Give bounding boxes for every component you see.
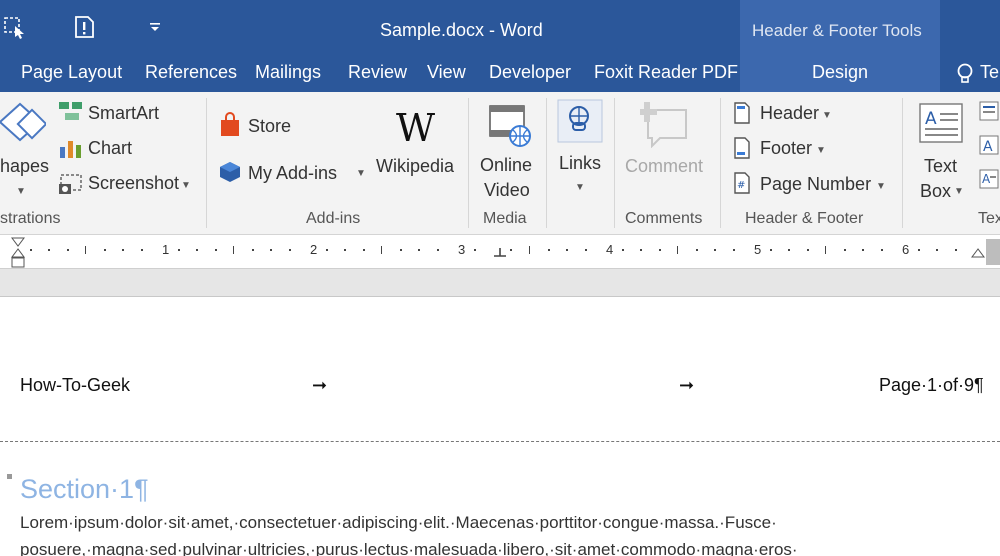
shapes-dropdown-caret[interactable]: ▼ [16, 186, 26, 197]
body-text-line[interactable]: Lorem·ipsum·dolor·sit·amet,·consectetuer… [20, 513, 777, 533]
store-icon[interactable] [218, 112, 242, 143]
online-video-label-1[interactable]: Online [480, 155, 532, 176]
new-comment-icon[interactable] [70, 12, 100, 42]
shapes-icon[interactable] [0, 100, 48, 155]
screenshot-icon[interactable] [58, 172, 84, 201]
header-left-text[interactable]: How-To-Geek [20, 375, 130, 396]
page-number-icon[interactable]: # [733, 172, 751, 199]
online-video-label-2[interactable]: Video [484, 180, 530, 201]
text-box-icon[interactable]: A [918, 102, 964, 151]
links-icon[interactable] [557, 99, 603, 148]
header-button[interactable]: Header [760, 103, 819, 124]
footer-button[interactable]: Footer [760, 138, 812, 159]
group-separator [206, 98, 207, 228]
shapes-label[interactable]: hapes [0, 156, 49, 177]
lightbulb-icon[interactable] [955, 62, 975, 86]
screenshot-button[interactable]: Screenshot [88, 173, 179, 194]
addins-group-label: Add-ins [306, 210, 361, 227]
tab-foxit-reader-pdf[interactable]: Foxit Reader PDF [594, 62, 738, 83]
ruler-number: 3 [458, 242, 466, 257]
svg-text:A: A [925, 109, 937, 129]
screenshot-dropdown-caret[interactable]: ▼ [181, 180, 191, 191]
svg-text:A: A [982, 172, 991, 186]
section-heading[interactable]: Section·1¶ [20, 474, 149, 505]
group-separator [546, 98, 547, 228]
ruler-number: 6 [902, 242, 910, 257]
chart-button[interactable]: Chart [88, 138, 132, 159]
tab-references[interactable]: References [145, 62, 237, 83]
links-button[interactable]: Links [559, 153, 601, 174]
media-group-label: Media [483, 210, 527, 227]
online-video-icon[interactable] [488, 102, 534, 155]
body-text-line[interactable]: posuere,·magna·sed·pulvinar·ultricies,·p… [20, 540, 798, 556]
comment-button[interactable]: Comment [625, 156, 703, 177]
group-separator [720, 98, 721, 228]
ruler-number: 5 [754, 242, 762, 257]
wikipedia-icon[interactable]: W [396, 106, 435, 150]
header-dropdown-caret[interactable]: ▼ [822, 110, 832, 121]
group-separator [614, 98, 615, 228]
group-separator [468, 98, 469, 228]
tab-developer[interactable]: Developer [489, 62, 571, 83]
quick-parts-icon[interactable] [978, 100, 1000, 127]
new-comment-button-icon[interactable] [637, 100, 690, 153]
tell-me-label[interactable]: Te [980, 62, 999, 83]
chart-icon[interactable] [58, 137, 84, 164]
text-box-label-2[interactable]: Box [920, 181, 951, 202]
header-boundary-line [0, 441, 1000, 442]
footer-icon[interactable] [733, 137, 751, 164]
page-gap [0, 269, 1000, 297]
page-number-dropdown-caret[interactable]: ▼ [876, 181, 886, 192]
context-tab-group-title: Header & Footer Tools [752, 21, 922, 40]
tab-design[interactable]: Design [812, 62, 868, 83]
footer-dropdown-caret[interactable]: ▼ [816, 145, 826, 156]
comments-group-label: Comments [625, 210, 703, 227]
smartart-icon[interactable] [58, 100, 84, 127]
tab-arrow-icon: ➞ [312, 375, 328, 395]
text-box-label-1[interactable]: Text [924, 156, 957, 177]
tab-review[interactable]: Review [348, 62, 407, 83]
wordart-icon[interactable]: A [978, 134, 1000, 161]
select-icon[interactable] [0, 12, 30, 42]
illustrations-group-label: strations [0, 210, 61, 227]
wikipedia-button[interactable]: Wikipedia [376, 156, 454, 177]
group-separator [902, 98, 903, 228]
header-footer-group-label: Header & Footer [745, 210, 864, 227]
drop-cap-icon[interactable]: A [978, 168, 1000, 195]
tab-mailings[interactable]: Mailings [255, 62, 321, 83]
links-dropdown-caret[interactable]: ▼ [575, 182, 585, 193]
paragraph-mark-icon [7, 474, 12, 479]
my-addins-icon[interactable] [218, 160, 242, 189]
window-title: Sample.docx - Word [380, 20, 543, 40]
page-number-button[interactable]: Page Number [760, 174, 871, 195]
my-addins-dropdown-caret[interactable]: ▼ [356, 168, 366, 179]
text-box-dropdown-caret[interactable]: ▼ [954, 186, 964, 197]
tab-page-layout[interactable]: Page Layout [21, 62, 122, 83]
header-icon[interactable] [733, 102, 751, 129]
header-right-text[interactable]: Page·1·of·9¶ [879, 375, 984, 396]
ruler-number: 4 [606, 242, 614, 257]
customize-qat-icon[interactable] [140, 12, 170, 42]
store-button[interactable]: Store [248, 116, 291, 137]
my-addins-button[interactable]: My Add-ins [248, 163, 337, 184]
svg-text:A: A [983, 139, 993, 155]
text-group-label: Tex [978, 210, 1000, 227]
svg-text:#: # [737, 180, 745, 191]
tab-view[interactable]: View [427, 62, 466, 83]
tab-arrow-icon: ➞ [679, 375, 695, 395]
ruler-number: 1 [162, 242, 170, 257]
smartart-button[interactable]: SmartArt [88, 103, 159, 124]
horizontal-ruler[interactable]: 1 2 3 4 5 6 [0, 235, 1000, 269]
ruler-number: 2 [310, 242, 318, 257]
